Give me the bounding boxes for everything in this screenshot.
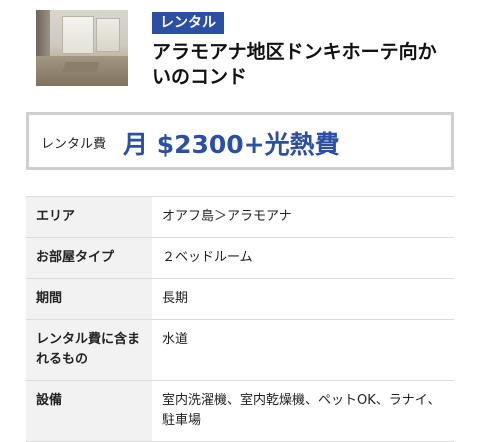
detail-key-area: エリア — [26, 196, 152, 238]
table-row: 設備 室内洗濯機、室内乾燥機、ペットOK、ラナイ、駐車場 — [26, 380, 454, 442]
table-row: レンタル費に含まれるもの 水道 — [26, 319, 454, 381]
detail-key-period: 期間 — [26, 278, 152, 320]
category-badge: レンタル — [152, 12, 224, 34]
thumbnail-rug — [62, 62, 100, 72]
thumbnail-window-2 — [96, 18, 120, 52]
rent-value: 月 $2300+光熱費 — [123, 130, 340, 159]
listing-title: アラモアナ地区ドンキホーテ向かいのコンド — [152, 41, 437, 88]
table-row: お部屋タイプ ２ベッドルーム — [26, 237, 454, 279]
detail-value-area: オアフ島＞アラモアナ — [152, 196, 454, 238]
rent-label: レンタル費 — [41, 137, 107, 152]
details-table: エリア オアフ島＞アラモアナ お部屋タイプ ２ベッドルーム 期間 長期 レンタル… — [26, 196, 454, 442]
detail-value-period: 長期 — [152, 278, 454, 320]
detail-key-room-type: お部屋タイプ — [26, 237, 152, 279]
table-row: 期間 長期 — [26, 278, 454, 320]
detail-key-amenities: 設備 — [26, 380, 152, 442]
detail-value-included: 水道 — [152, 319, 454, 381]
rent-box: レンタル費 月 $2300+光熱費 — [26, 112, 454, 170]
detail-value-amenities: 室内洗濯機、室内乾燥機、ペットOK、ラナイ、駐車場 — [152, 380, 454, 442]
detail-value-room-type: ２ベッドルーム — [152, 237, 454, 279]
listing-thumbnail[interactable] — [36, 10, 128, 86]
table-row: エリア オアフ島＞アラモアナ — [26, 196, 454, 238]
detail-key-included: レンタル費に含まれるもの — [26, 319, 152, 381]
thumbnail-window — [62, 16, 94, 54]
